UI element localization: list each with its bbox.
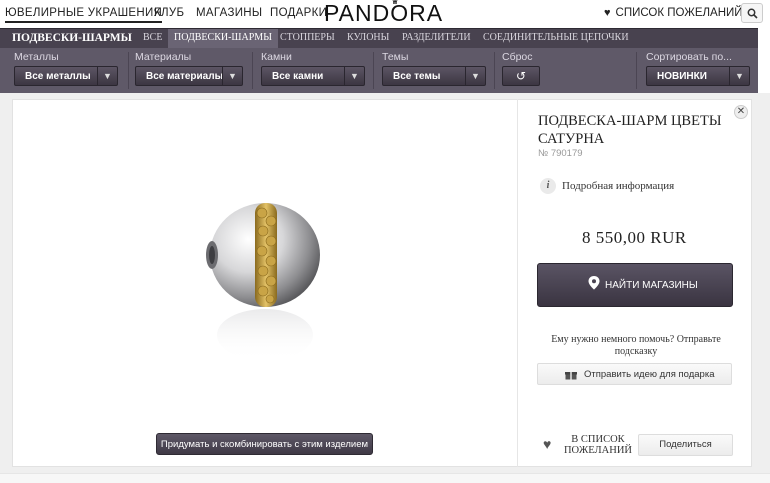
sort-select[interactable]: Новинки ▼ bbox=[646, 66, 750, 86]
tab-pendants[interactable]: Кулоны bbox=[341, 29, 395, 48]
crown-icon: ♛ bbox=[391, 0, 401, 6]
wishlist-label: Список пожеланий bbox=[615, 7, 743, 19]
share-button[interactable]: Поделиться bbox=[638, 434, 733, 456]
tab-spacers[interactable]: Разделители bbox=[396, 29, 477, 48]
stones-select[interactable]: Все камни ▼ bbox=[261, 66, 365, 86]
close-icon[interactable]: ✕ bbox=[734, 105, 748, 119]
materials-value: Все материалы bbox=[146, 71, 224, 82]
nav-gifts[interactable]: Подарки bbox=[270, 7, 327, 19]
heart-icon: ♥ bbox=[543, 438, 552, 453]
stones-value: Все камни bbox=[272, 71, 324, 82]
add-to-wishlist-button[interactable]: ♥ В список пожеланий bbox=[543, 433, 635, 461]
metals-value: Все металлы bbox=[25, 71, 91, 82]
wishlist-add-label: В список пожеланий bbox=[563, 434, 633, 456]
footer-strip bbox=[0, 473, 770, 483]
filter-reset: Сброс ↺ bbox=[502, 51, 542, 86]
product-title: Подвеска-шарм цветы Сатурна bbox=[538, 113, 722, 147]
chevron-down-icon: ▼ bbox=[222, 67, 242, 85]
sort-label: Сортировать по... bbox=[646, 51, 732, 63]
logo-text: PANDORA bbox=[324, 0, 444, 26]
gift-idea-label: Отправить идею для подарка bbox=[584, 369, 715, 380]
combine-button[interactable]: Придумать и скомбинировать с этим издели… bbox=[156, 433, 373, 455]
heart-icon: ♥ bbox=[604, 7, 611, 19]
gift-icon bbox=[565, 372, 577, 380]
filter-metals-label: Металлы bbox=[14, 51, 59, 63]
gift-idea-button[interactable]: Отправить идею для подарка bbox=[537, 363, 732, 385]
page-edge bbox=[758, 28, 770, 93]
top-navigation: Ювелирные украшения Клуб Магазины Подарк… bbox=[0, 0, 770, 28]
metals-select[interactable]: Все металлы ▼ bbox=[14, 66, 118, 86]
chevron-down-icon: ▼ bbox=[97, 67, 117, 85]
reset-label: Сброс bbox=[502, 51, 533, 63]
find-stores-label: Найти магазины bbox=[605, 280, 698, 291]
filter-themes-label: Темы bbox=[382, 51, 409, 63]
filter-divider bbox=[636, 52, 637, 89]
tab-all[interactable]: Все bbox=[137, 29, 168, 48]
filter-stones: Камни Все камни ▼ bbox=[261, 51, 365, 86]
chevron-down-icon: ▼ bbox=[344, 67, 364, 85]
panel-divider bbox=[517, 99, 518, 467]
filter-bar: Металлы Все металлы ▼ Материалы Все мате… bbox=[0, 48, 758, 93]
filter-stones-label: Камни bbox=[261, 51, 292, 63]
reset-icon: ↺ bbox=[515, 69, 527, 83]
chevron-down-icon: ▼ bbox=[465, 67, 485, 85]
tab-stoppers[interactable]: Стопперы bbox=[274, 29, 341, 48]
category-title: Подвески-шармы bbox=[12, 32, 132, 44]
filter-divider bbox=[252, 52, 253, 89]
filter-divider bbox=[373, 52, 374, 89]
nav-club[interactable]: Клуб bbox=[154, 7, 184, 19]
details-label: Подробная информация bbox=[562, 180, 675, 193]
reset-button[interactable]: ↺ bbox=[502, 66, 540, 86]
tab-safety-chains[interactable]: Соединительные цепочки bbox=[477, 29, 635, 48]
materials-select[interactable]: Все материалы ▼ bbox=[135, 66, 243, 86]
filter-sort: Сортировать по... Новинки ▼ bbox=[646, 51, 750, 86]
filter-divider bbox=[128, 52, 129, 89]
sort-value: Новинки bbox=[657, 71, 707, 82]
filter-materials-label: Материалы bbox=[135, 51, 192, 63]
filter-materials: Материалы Все материалы ▼ bbox=[135, 51, 243, 86]
wishlist-link[interactable]: ♥ Список пожеланий bbox=[604, 7, 743, 19]
category-bar: Подвески-шармы Все Подвески-шармы Стоппе… bbox=[0, 28, 770, 48]
find-stores-button[interactable]: Найти магазины bbox=[537, 263, 733, 307]
filter-metals: Металлы Все металлы ▼ bbox=[14, 51, 118, 86]
search-icon bbox=[747, 8, 758, 19]
info-icon: i bbox=[540, 178, 556, 195]
filter-themes: Темы Все темы ▼ bbox=[382, 51, 486, 86]
chevron-down-icon: ▼ bbox=[729, 67, 749, 85]
filter-divider bbox=[494, 52, 495, 89]
details-link[interactable]: i Подробная информация bbox=[540, 177, 674, 195]
nav-jewelry[interactable]: Ювелирные украшения bbox=[5, 7, 163, 23]
themes-select[interactable]: Все темы ▼ bbox=[382, 66, 486, 86]
pandora-logo[interactable]: PANDORA ♛ bbox=[324, 0, 443, 27]
help-text: Ему нужно немного помочь? Отправьте подс… bbox=[551, 334, 721, 357]
tab-charms[interactable]: Подвески-шармы bbox=[168, 29, 278, 48]
themes-value: Все темы bbox=[393, 71, 441, 82]
nav-stores[interactable]: Магазины bbox=[196, 7, 262, 19]
product-sku: № 790179 bbox=[538, 148, 583, 159]
location-pin-icon bbox=[588, 276, 600, 290]
product-image[interactable] bbox=[200, 195, 330, 375]
search-button[interactable] bbox=[741, 3, 763, 23]
product-price: 8 550,00 RUR bbox=[582, 228, 687, 247]
